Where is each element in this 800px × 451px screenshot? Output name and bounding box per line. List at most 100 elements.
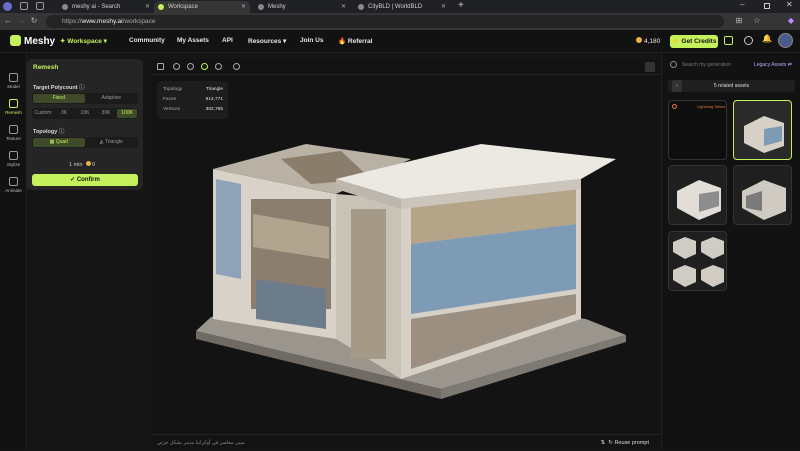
- menu-my-assets[interactable]: My Assets: [177, 37, 209, 44]
- search-favicon-icon: [62, 4, 68, 10]
- menu-community[interactable]: Community: [129, 37, 165, 44]
- assets-panel: Search my generation Legacy Assets ⇄ ‹ 5…: [661, 53, 800, 450]
- close-icon[interactable]: ✕: [341, 1, 346, 13]
- browser-profile-icon[interactable]: [3, 2, 12, 11]
- topology-toggle: ▦ Quad ◭ Triangle: [32, 137, 138, 148]
- stylize-icon: [9, 151, 18, 160]
- tool-rail: Model Remesh Texture Stylize Animate: [0, 53, 27, 450]
- tab-workspace[interactable]: Workspace ✕: [154, 1, 250, 13]
- menu-join-us[interactable]: Join Us: [300, 37, 323, 44]
- menu-resources[interactable]: Resources ▾: [248, 37, 286, 45]
- texture-icon: [9, 125, 18, 134]
- panel-title: Remesh: [33, 64, 59, 71]
- info-icon: ⓘ: [58, 129, 65, 135]
- maximize-icon[interactable]: [764, 3, 770, 9]
- rail-model[interactable]: Model: [0, 73, 27, 89]
- rail-stylize[interactable]: Stylize: [0, 151, 27, 167]
- topology-triangle[interactable]: ◭ Triangle: [86, 138, 138, 147]
- generation-search-input[interactable]: Search my generation: [668, 60, 768, 71]
- close-icon[interactable]: ✕: [441, 1, 446, 13]
- minimize-icon[interactable]: –: [740, 0, 744, 9]
- count-100k[interactable]: 100K: [117, 109, 137, 118]
- citybld-favicon-icon: [358, 4, 364, 10]
- animate-icon: [9, 177, 18, 186]
- reuse-prompt-button[interactable]: ⇅ ↻ Reuse prompt: [601, 435, 649, 451]
- stat-vertices: Vertices 302,765: [163, 107, 223, 112]
- lighting-icon[interactable]: [215, 63, 222, 70]
- asset-thumb-2[interactable]: [668, 165, 727, 225]
- tab-citybld[interactable]: CityBLD | WorldBLD ✕: [354, 1, 450, 13]
- target-polycount-label: Target Polycount ⓘ: [33, 85, 85, 91]
- legacy-assets-link[interactable]: Legacy Assets ⇄: [754, 62, 792, 68]
- topology-quad[interactable]: ▦ Quad: [33, 138, 85, 147]
- menu-api[interactable]: API: [222, 37, 233, 44]
- browser-address-bar: ← → ↻ https://www.meshy.ai/workspace ⊞ ☆…: [0, 13, 800, 30]
- meshy-favicon-icon: [158, 4, 164, 10]
- tab-actions-icon[interactable]: [20, 2, 28, 10]
- menu-referral[interactable]: 🔥 Referral: [338, 37, 372, 45]
- asset-thumb-4[interactable]: [668, 231, 727, 291]
- tab-search[interactable]: meshy ai - Search ✕: [58, 1, 154, 13]
- asset-thumb-selected[interactable]: [733, 100, 792, 160]
- wireframe-icon[interactable]: [187, 63, 194, 70]
- mode-adaptive[interactable]: Adaptive: [86, 94, 138, 103]
- count-custom[interactable]: Custom: [33, 109, 53, 118]
- back-icon[interactable]: ←: [3, 16, 13, 25]
- close-icon[interactable]: ✕: [145, 1, 150, 13]
- meshy-logo[interactable]: Meshy: [10, 35, 55, 47]
- collapse-icon[interactable]: [645, 62, 655, 72]
- cube-icon: [9, 73, 18, 82]
- mesh-stats: Topology Triangle Faces 614,771 Vertices 30…: [157, 81, 228, 119]
- tab-search-icon[interactable]: [36, 2, 44, 10]
- url-field[interactable]: https://www.meshy.ai/workspace: [46, 15, 724, 28]
- forward-icon[interactable]: →: [16, 16, 26, 25]
- help-icon[interactable]: [744, 36, 753, 45]
- estimate-info: 1 min 0: [69, 161, 96, 168]
- coin-icon: [85, 161, 91, 166]
- confirm-button[interactable]: ✓ Confirm: [32, 174, 138, 186]
- window-close-icon[interactable]: ✕: [786, 0, 793, 9]
- count-30k[interactable]: 30K: [96, 109, 116, 118]
- topology-label: Topology ⓘ: [33, 129, 65, 135]
- asset-thumb-3[interactable]: [733, 165, 792, 225]
- shading-icon[interactable]: [173, 63, 180, 70]
- new-tab-icon[interactable]: +: [458, 0, 464, 11]
- workspace-menu[interactable]: ✦ Workspace ▾: [60, 37, 107, 45]
- copilot-icon[interactable]: ◆: [786, 16, 796, 25]
- building-model: [196, 144, 626, 399]
- favorites-icon[interactable]: ☆: [752, 16, 762, 25]
- stat-faces: Faces 614,771: [163, 97, 223, 102]
- avatar[interactable]: [778, 33, 793, 48]
- model-viewport[interactable]: Topology Triangle Faces 614,771 Vertices 30…: [151, 59, 661, 450]
- rail-remesh[interactable]: Remesh: [0, 99, 27, 115]
- settings-icon[interactable]: [233, 63, 240, 70]
- meshy-favicon-icon: [258, 4, 264, 10]
- browser-tab-bar: meshy ai - Search ✕ Workspace ✕ Meshy ✕ Cit…: [0, 0, 800, 13]
- status-icon: [672, 104, 677, 109]
- mode-fixed[interactable]: Fixed: [33, 94, 85, 103]
- asset-thumb-lightning[interactable]: Lightning Select: [668, 100, 727, 160]
- building-thumb: [742, 180, 786, 220]
- close-icon[interactable]: ✕: [241, 1, 246, 13]
- notification-bell-icon[interactable]: 🔔: [762, 34, 772, 43]
- prompt-bar[interactable]: مبنى معاصر في أوكرانيا مدمر بشكل جزئي ⇅ …: [151, 434, 661, 450]
- rail-texture[interactable]: Texture: [0, 125, 27, 141]
- back-icon[interactable]: ‹: [672, 80, 682, 92]
- extensions-icon[interactable]: ⊞: [734, 16, 744, 25]
- polycount-mode-toggle: Fixed Adaptive: [32, 93, 138, 104]
- meshy-logo-icon: [10, 35, 21, 46]
- tab-meshy[interactable]: Meshy ✕: [254, 1, 350, 13]
- url-prefix: https://: [62, 18, 82, 25]
- rail-animate[interactable]: Animate: [0, 177, 27, 193]
- prompt-text: مبنى معاصر في أوكرانيا مدمر بشكل جزئي: [157, 440, 245, 446]
- monitor-icon[interactable]: [157, 63, 164, 70]
- viewport-toolbar: [151, 59, 661, 75]
- gift-icon[interactable]: [724, 36, 733, 45]
- get-credits-button[interactable]: ⚡ Get Credits: [670, 35, 718, 48]
- count-3k[interactable]: 3K: [54, 109, 74, 118]
- count-10k[interactable]: 10K: [75, 109, 95, 118]
- building-thumb: [677, 180, 721, 220]
- material-icon[interactable]: [201, 63, 208, 70]
- coin-icon: [636, 37, 642, 43]
- reload-icon[interactable]: ↻: [29, 16, 39, 25]
